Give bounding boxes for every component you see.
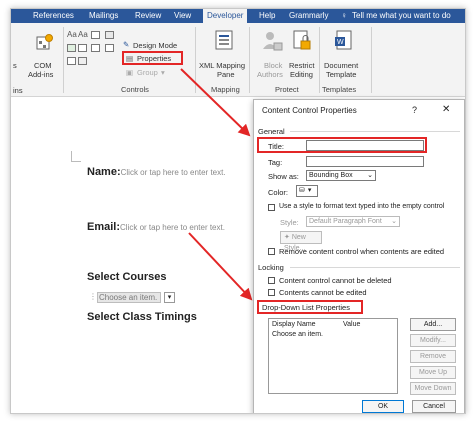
remove-button[interactable]: Remove — [410, 350, 456, 363]
value-header: Value — [343, 321, 361, 328]
word-window: References Mailings Review View Develope… — [10, 8, 466, 414]
cannot-delete-label[interactable]: Content control cannot be deleted — [279, 276, 392, 285]
chevron-down-icon: ⌄ — [367, 172, 373, 179]
move-down-button[interactable]: Move Down — [410, 382, 456, 395]
add-button[interactable]: Add... — [410, 318, 456, 331]
show-as-label: Show as: — [268, 172, 299, 181]
new-style-icon: ✦ — [284, 234, 290, 241]
help-button[interactable]: ? — [412, 105, 417, 115]
content-control-properties-dialog: Content Control Properties ? ✕ General T… — [253, 99, 465, 413]
locking-section-heading: Locking — [258, 263, 284, 272]
remove-on-edit-checkbox[interactable] — [268, 248, 275, 255]
cannot-edit-checkbox[interactable] — [268, 289, 275, 296]
style-select: Default Paragraph Font ⌄ — [306, 216, 400, 227]
dropdown-properties-heading: Drop-Down List Properties — [262, 303, 350, 312]
cancel-button[interactable]: Cancel — [412, 400, 456, 413]
tag-label: Tag: — [268, 158, 283, 167]
chevron-down-icon: ▾ — [307, 187, 312, 194]
use-style-checkbox[interactable] — [268, 204, 275, 211]
list-item[interactable]: Choose an item. — [272, 331, 323, 338]
title-input[interactable] — [306, 140, 424, 151]
new-style-button: ✦ New Style... — [280, 231, 322, 252]
general-section-heading: General — [258, 127, 285, 136]
ok-button[interactable]: OK — [362, 400, 404, 413]
modify-button[interactable]: Modify... — [410, 334, 456, 347]
color-label: Color: — [268, 188, 289, 197]
cannot-delete-checkbox[interactable] — [268, 277, 275, 284]
dropdown-list-box[interactable]: Display Name Value Choose an item. — [268, 318, 398, 394]
cannot-edit-label[interactable]: Contents cannot be edited — [279, 288, 367, 297]
paint-bucket-icon: ⛁ — [299, 187, 305, 194]
remove-on-edit-label[interactable]: Remove content control when contents are… — [279, 247, 444, 256]
show-as-select[interactable]: Bounding Box ⌄ — [306, 170, 376, 181]
chevron-down-icon: ⌄ — [391, 218, 397, 225]
display-name-header: Display Name — [272, 321, 316, 328]
tag-input[interactable] — [306, 156, 424, 167]
use-style-label[interactable]: Use a style to format text typed into th… — [279, 203, 444, 210]
separator — [290, 267, 460, 268]
style-label: Style: — [280, 218, 299, 227]
separator — [290, 131, 460, 132]
color-picker[interactable]: ⛁ ▾ — [296, 185, 318, 197]
close-icon[interactable]: ✕ — [442, 104, 450, 115]
title-label: Title: — [268, 142, 284, 151]
dialog-title: Content Control Properties — [262, 106, 357, 115]
move-up-button[interactable]: Move Up — [410, 366, 456, 379]
